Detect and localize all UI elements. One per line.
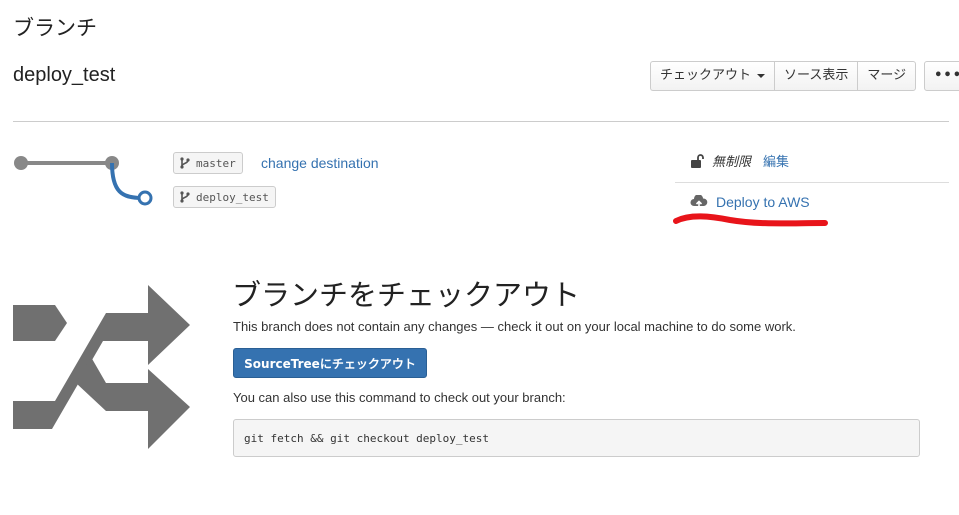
checkout-command-text: git fetch && git checkout deploy_test (244, 431, 490, 445)
unlock-icon (691, 153, 704, 168)
branch-title: deploy_test (13, 64, 116, 86)
header-divider (13, 121, 949, 122)
more-icon: ••• (934, 68, 959, 83)
change-destination-link[interactable]: change destination (261, 155, 379, 171)
checkout-heading: ブランチをチェックアウト (232, 278, 581, 312)
merge-button[interactable]: マージ (857, 61, 917, 91)
target-branch-tag: deploy_test (173, 186, 276, 208)
red-underline-annotation (673, 213, 828, 227)
caret-down-icon (757, 74, 766, 78)
more-actions-button[interactable]: ••• (924, 61, 959, 91)
sidebar-divider (675, 182, 949, 183)
branch-icon (180, 157, 190, 169)
view-source-label: ソース表示 (784, 68, 849, 83)
branch-toolbar: チェックアウト ソース表示 マージ ••• (650, 61, 959, 91)
command-hint: You can also use this command to check o… (233, 390, 566, 405)
shuffle-icon (13, 285, 190, 449)
edit-permissions-link[interactable]: 編集 (763, 151, 789, 170)
checkout-label: チェックアウト (660, 68, 752, 83)
checkout-command[interactable]: git fetch && git checkout deploy_test (233, 419, 920, 457)
commit-dot (14, 156, 28, 170)
checkout-in-sourcetree-button[interactable]: SourceTreeにチェックアウト (233, 348, 427, 378)
target-branch-name: deploy_test (196, 190, 269, 204)
source-branch-tag: master (173, 152, 243, 174)
source-branch-name: master (196, 156, 236, 170)
view-source-button[interactable]: ソース表示 (774, 61, 858, 91)
checkout-description: This branch does not contain any changes… (233, 319, 796, 334)
branch-head-dot (137, 190, 153, 206)
branch-icon (180, 191, 190, 203)
branch-graph-icon (14, 156, 153, 206)
merge-label: マージ (867, 68, 907, 83)
checkout-dropdown-button[interactable]: チェックアウト (650, 61, 775, 91)
permission-label: 無制限 (712, 155, 752, 170)
branch-permissions: 無制限 編集 (690, 151, 789, 170)
page-heading: ブランチ (13, 16, 97, 40)
